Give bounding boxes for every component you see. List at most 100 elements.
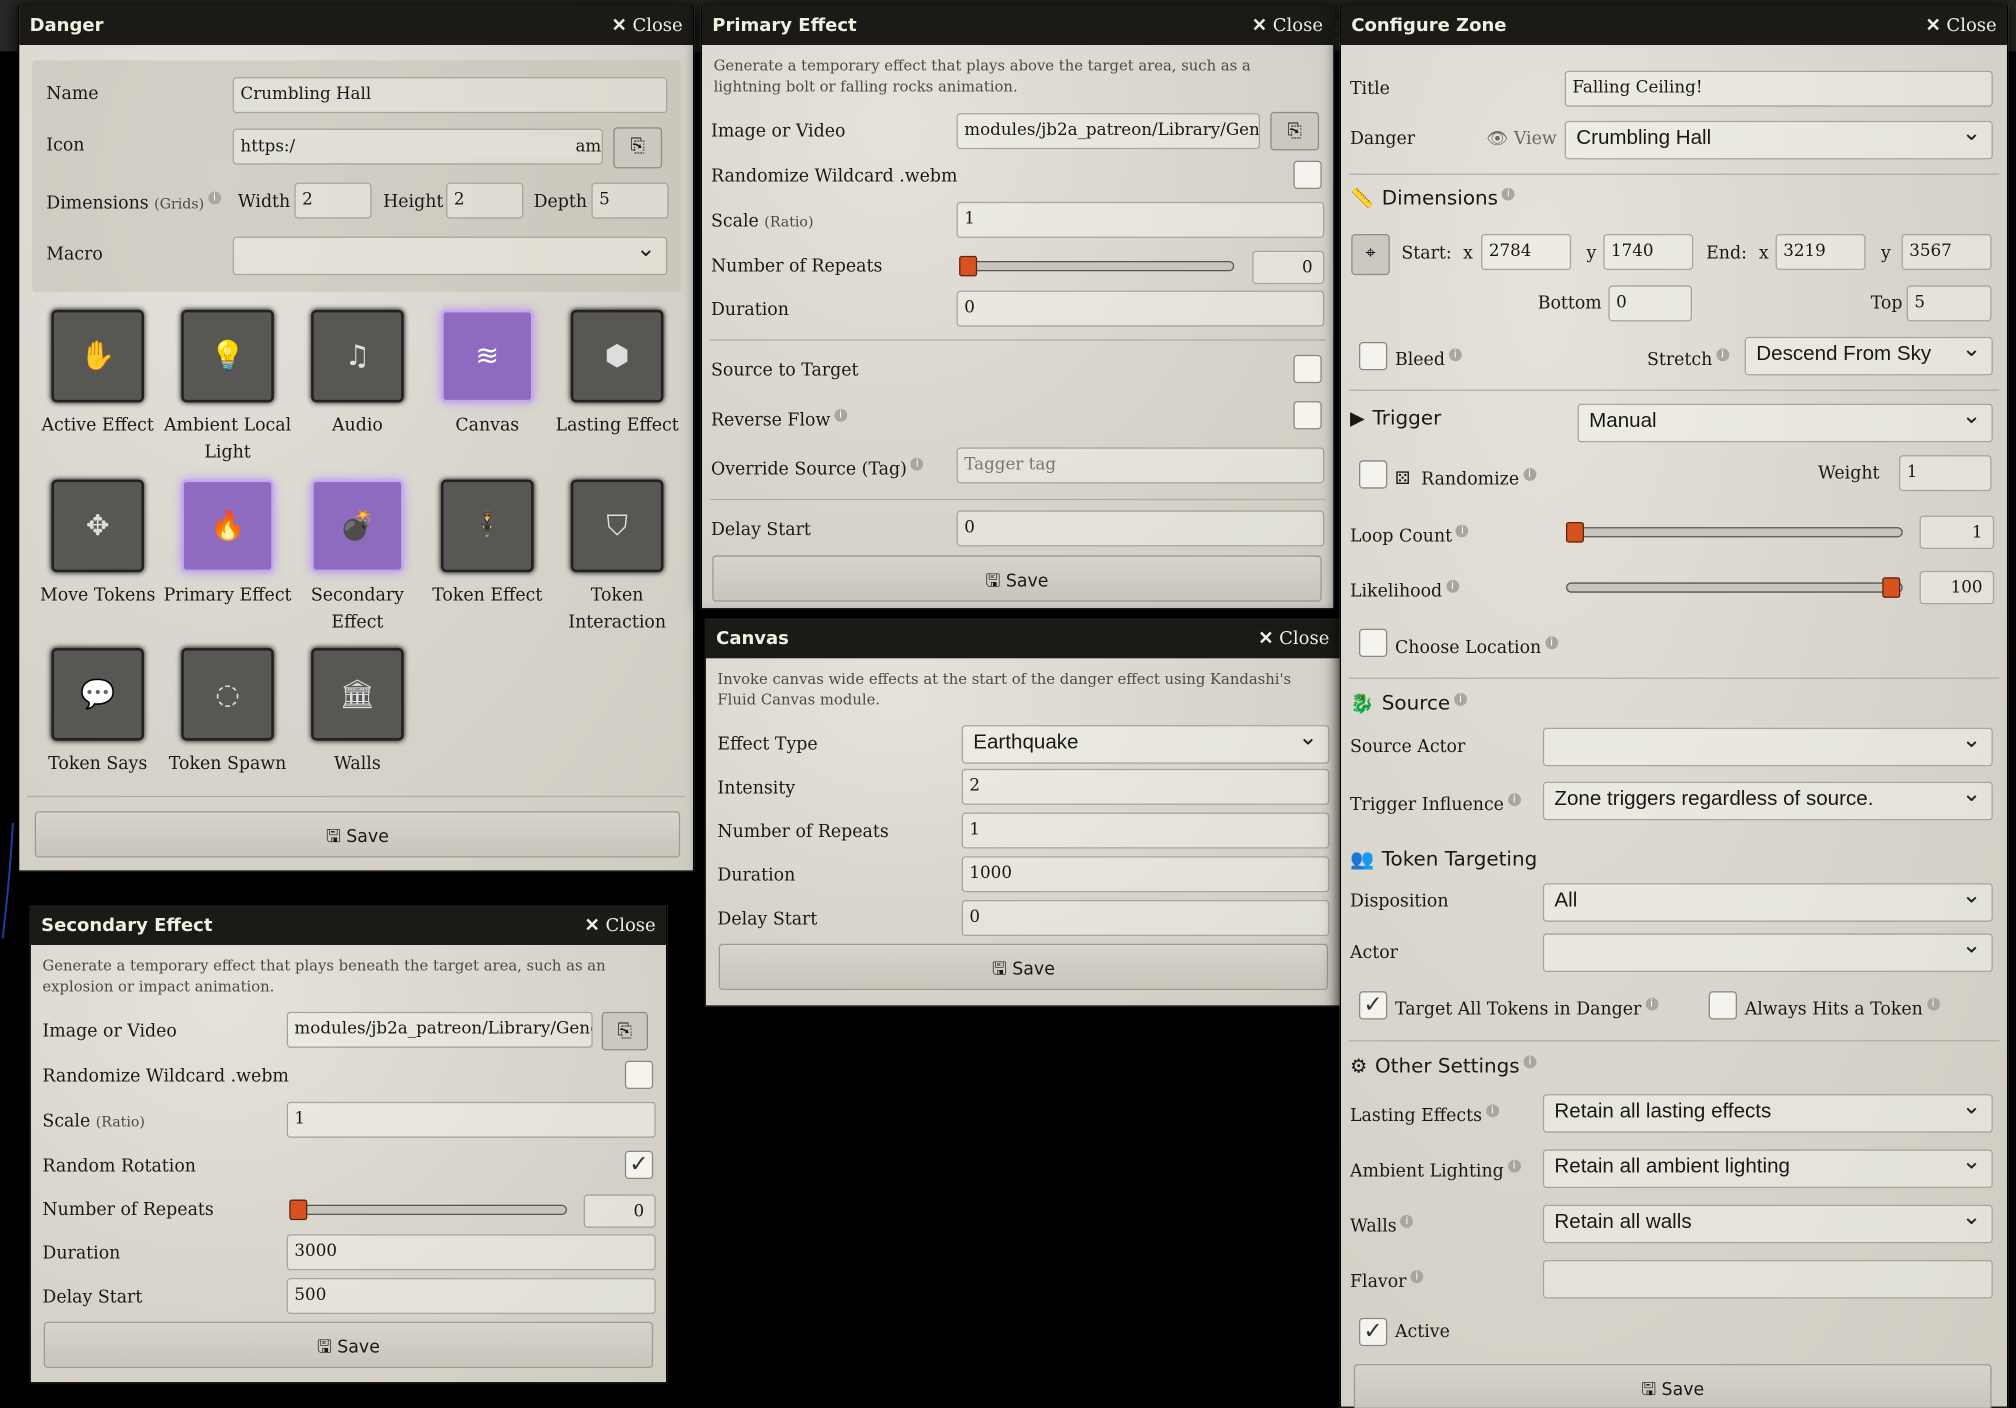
always-hits-checkbox[interactable] — [1708, 991, 1737, 1020]
image-label: Image or Video — [42, 1020, 177, 1042]
canvas-header[interactable]: Canvas ✕ Close — [705, 619, 1340, 659]
info-icon: i — [1501, 187, 1515, 201]
dimensions-heading: 📏 Dimensions i — [1350, 186, 1515, 210]
title-input[interactable]: Falling Ceiling! — [1564, 70, 1993, 107]
override-input[interactable]: Tagger tag — [956, 447, 1325, 484]
close-button[interactable]: ✕ Close — [1926, 15, 1997, 36]
save-button[interactable]: 🖫 Save — [43, 1321, 654, 1368]
tile-canvas[interactable]: ≋ — [440, 309, 534, 403]
file-picker-button[interactable]: ⎘ — [613, 127, 663, 169]
active-checkbox[interactable]: ✓ — [1358, 1317, 1388, 1347]
scale-input[interactable]: 1 — [956, 201, 1325, 238]
close-button[interactable]: ✕ Close — [585, 915, 656, 936]
height-input[interactable]: 2 — [446, 182, 524, 219]
duration-input[interactable]: 1000 — [961, 856, 1330, 893]
tile-audio[interactable]: ♫ — [311, 309, 404, 403]
crosshairs-button[interactable]: ⌖ — [1351, 233, 1390, 276]
ambient-select[interactable]: Retain all ambient lighting — [1542, 1149, 1993, 1188]
randomize-checkbox[interactable] — [1293, 160, 1322, 189]
tile-ambient-local-light[interactable]: 💡 — [181, 309, 274, 403]
close-button[interactable]: ✕ Close — [1252, 15, 1323, 36]
weight-input[interactable]: 1 — [1898, 455, 1992, 492]
delay-input[interactable]: 0 — [956, 510, 1325, 547]
duration-input[interactable]: 3000 — [286, 1234, 656, 1271]
file-picker-button[interactable]: ⎘ — [601, 1011, 648, 1051]
tile-token-spawn[interactable]: ◌ — [181, 647, 274, 741]
danger-select[interactable]: Crumbling Hall — [1564, 120, 1993, 160]
file-picker-button[interactable]: ⎘ — [1270, 111, 1320, 151]
tile-token-effect[interactable]: 🕴 — [440, 479, 534, 573]
target-all-checkbox[interactable]: ✓ — [1358, 991, 1388, 1020]
save-button[interactable]: 🖫 Save — [1353, 1364, 1992, 1408]
end-x-label: x — [1758, 242, 1769, 264]
flavor-input[interactable] — [1542, 1259, 1993, 1299]
rotation-checkbox[interactable]: ✓ — [624, 1150, 654, 1179]
repeats-label: Number of Repeats — [42, 1199, 214, 1221]
weight-label: Weight — [1817, 462, 1880, 484]
danger-window-header[interactable]: Danger ✕ Close — [19, 6, 693, 45]
start-x-input[interactable]: 2784 — [1481, 233, 1572, 270]
save-button[interactable]: 🖫 Save — [34, 811, 681, 858]
duration-input[interactable]: 0 — [956, 290, 1325, 327]
randomize-checkbox[interactable] — [624, 1060, 654, 1089]
disposition-select[interactable]: All — [1542, 883, 1993, 922]
tile-primary-effect[interactable]: 🔥 — [181, 479, 274, 573]
icon-input[interactable]: https:/am — [232, 128, 603, 165]
save-button[interactable]: 🖫 Save — [718, 943, 1329, 990]
tile-move-tokens[interactable]: ✥ — [51, 479, 144, 573]
bottom-label: Bottom — [1537, 293, 1602, 314]
delay-input[interactable]: 0 — [961, 899, 1330, 936]
close-button[interactable]: ✕ Close — [612, 15, 683, 36]
likelihood-slider[interactable] — [1565, 577, 1903, 598]
effect-type-select[interactable]: Earthquake — [961, 725, 1330, 764]
name-input[interactable]: Crumbling Hall — [232, 77, 668, 114]
save-button[interactable]: 🖫 Save — [712, 555, 1322, 602]
slider-handle[interactable] — [289, 1199, 308, 1221]
view-link[interactable]: 👁 View — [1486, 129, 1556, 150]
tile-walls[interactable]: 🏛 — [311, 647, 404, 741]
intensity-input[interactable]: 2 — [961, 768, 1330, 805]
scale-input[interactable]: 1 — [286, 1101, 656, 1138]
trigger-select[interactable]: Manual — [1577, 403, 1993, 443]
reverse-flow-checkbox[interactable] — [1293, 401, 1322, 430]
secondary-header[interactable]: Secondary Effect ✕ Close — [30, 906, 666, 945]
end-x-input[interactable]: 3219 — [1775, 233, 1866, 270]
actor-select[interactable] — [1542, 933, 1993, 972]
choose-location-checkbox[interactable] — [1358, 628, 1388, 657]
tile-token-says[interactable]: 💬 — [51, 647, 144, 741]
primary-header[interactable]: Primary Effect ✕ Close — [701, 6, 1334, 45]
slider-handle[interactable] — [1565, 521, 1584, 543]
repeats-input[interactable]: 1 — [961, 812, 1330, 849]
tile-active-effect[interactable]: ✋ — [51, 309, 144, 403]
tile-lasting-effect[interactable]: ⬢ — [570, 309, 664, 403]
width-input[interactable]: 2 — [294, 182, 372, 219]
repeats-slider[interactable] — [289, 1199, 567, 1221]
bleed-checkbox[interactable] — [1358, 341, 1388, 371]
source-to-target-checkbox[interactable] — [1293, 354, 1322, 384]
slider-handle[interactable] — [1882, 577, 1901, 598]
stretch-select[interactable]: Descend From Sky — [1744, 336, 1993, 376]
loop-count-slider[interactable] — [1565, 521, 1903, 543]
delay-input[interactable]: 500 — [286, 1277, 656, 1314]
slider-handle[interactable] — [959, 255, 978, 277]
top-input[interactable]: 5 — [1906, 285, 1992, 322]
walls-select[interactable]: Retain all walls — [1542, 1204, 1993, 1244]
bottom-input[interactable]: 0 — [1608, 285, 1692, 322]
end-y-input[interactable]: 3567 — [1901, 233, 1992, 270]
likelihood-label: Likelihood i — [1350, 579, 1459, 601]
depth-input[interactable]: 5 — [591, 182, 669, 219]
image-input[interactable]: modules/jb2a_patreon/Library/Generic — [286, 1011, 593, 1048]
trigger-influence-select[interactable]: Zone triggers regardless of source. — [1542, 781, 1993, 821]
start-y-input[interactable]: 1740 — [1603, 233, 1694, 270]
repeats-slider[interactable] — [959, 255, 1235, 277]
tile-token-interaction[interactable]: ⛉ — [570, 479, 664, 573]
macro-select[interactable] — [232, 236, 668, 276]
wind-icon: ≋ — [475, 340, 500, 373]
lasting-select[interactable]: Retain all lasting effects — [1542, 1094, 1993, 1133]
randomize-checkbox[interactable] — [1358, 460, 1388, 489]
source-actor-select[interactable] — [1542, 727, 1993, 767]
zone-header[interactable]: Configure Zone ✕ Close — [1340, 6, 2007, 45]
image-input[interactable]: modules/jb2a_patreon/Library/Generic — [956, 113, 1260, 150]
close-button[interactable]: ✕ Close — [1258, 629, 1329, 650]
tile-secondary-effect[interactable]: 💣 — [311, 479, 404, 573]
